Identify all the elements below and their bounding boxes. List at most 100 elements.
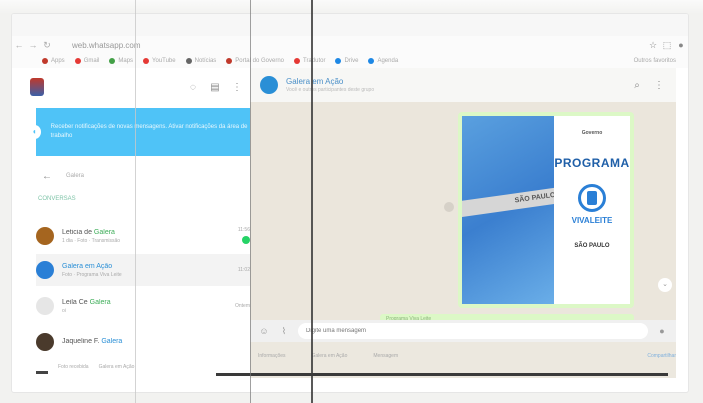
emoji-icon[interactable]: ☺ — [258, 326, 270, 336]
chat-name: Leticia de Galera — [62, 229, 220, 236]
menu-icon[interactable]: ⋮ — [230, 82, 244, 93]
taskbar-item[interactable]: Informações — [258, 353, 286, 359]
bookmark-item[interactable]: Gmail — [74, 58, 100, 64]
other-bookmarks[interactable]: Outros favoritos — [634, 58, 676, 64]
gov-badge: Governo — [581, 130, 603, 136]
screen-artifact-line — [135, 0, 136, 403]
bookmarks-bar: Apps Gmail Maps YouTube Notícias Portal do Go… — [12, 54, 688, 68]
notification-banner[interactable]: ◖ Receber notificações de novas mensagen… — [28, 108, 250, 156]
group-avatar[interactable] — [260, 76, 278, 94]
bookmark-label: Apps — [51, 58, 65, 64]
search-bar[interactable]: ← Galera — [36, 164, 250, 188]
taskbar-item[interactable]: Compartilhar — [647, 353, 676, 359]
forward-icon[interactable] — [444, 202, 454, 212]
conversation-header[interactable]: Galera em Ação Você e outros participant… — [250, 68, 676, 102]
address-bar[interactable]: ← → ↻ web.whatsapp.com ☆ ⬚ ● — [12, 36, 688, 54]
bell-icon: ◖ — [28, 125, 41, 139]
chat-list-item[interactable]: Jaqueline F. Galera — [36, 326, 250, 358]
footer-bar — [36, 370, 48, 374]
chat-body: Leila Ce Galera oi — [62, 299, 220, 314]
avatar[interactable] — [30, 78, 44, 96]
menu-icon[interactable]: ⋮ — [652, 80, 666, 91]
contact-name: Leticia de — [62, 228, 94, 236]
extension-icon[interactable]: ⬚ — [660, 40, 674, 51]
avatar — [36, 261, 54, 279]
chat-meta: 11:56 — [228, 227, 250, 246]
new-chat-icon[interactable]: ▤ — [208, 82, 222, 93]
program-title: PROGRAMA — [554, 156, 630, 170]
bookmark-item[interactable]: Apps — [42, 58, 65, 64]
bookmark-icon — [294, 58, 300, 64]
back-arrow-icon[interactable]: ← — [40, 171, 54, 182]
bookmark-item[interactable]: Agenda — [368, 58, 398, 64]
chat-time: Ontem — [234, 303, 250, 309]
chat-preview: oi — [62, 307, 66, 314]
attach-icon[interactable]: ⌇ — [278, 326, 290, 337]
bookmark-item[interactable]: Notícias — [185, 58, 216, 64]
taskbar-item[interactable]: Galera em Ação — [312, 353, 348, 359]
message-input[interactable] — [298, 323, 648, 339]
search-icon[interactable]: ⌕ — [630, 80, 644, 91]
chat-meta: 11:02 — [228, 267, 250, 273]
bookmark-item[interactable]: Maps — [109, 58, 133, 64]
screen-edge — [216, 373, 668, 376]
screen-glare — [0, 0, 703, 14]
bookmark-item[interactable]: Drive — [335, 58, 358, 64]
bookmark-item[interactable]: Portal do Governo — [226, 58, 284, 64]
avatar — [36, 297, 54, 315]
chat-name: Jaqueline F. Galera — [62, 338, 220, 345]
browser-tabstrip — [12, 14, 688, 36]
chat-list-item[interactable]: Galera em Ação Foto · Programa Viva Leite… — [36, 254, 250, 286]
bookmark-icon — [368, 58, 375, 64]
chat-list-item[interactable]: Leticia de Galera 1 dia · Foto · Transmis… — [36, 220, 250, 252]
chat-name: Leila Ce Galera — [62, 299, 220, 306]
bookmark-icon — [74, 58, 81, 64]
star-icon[interactable]: ☆ — [646, 40, 660, 51]
status-icon[interactable]: ◌ — [186, 82, 200, 93]
chat-meta: Ontem — [228, 303, 250, 309]
profile-icon[interactable]: ● — [674, 40, 688, 50]
bookmark-item[interactable]: YouTube — [143, 58, 176, 64]
taskbar-item[interactable]: Mensagem — [373, 353, 398, 359]
program-image[interactable]: SÃO PAULO Governo PROGRAMA VIVALEITE SÃO… — [462, 116, 630, 304]
footer-item: Galera em Ação — [98, 364, 135, 370]
chat-list-pane: ◌ ▤ ⋮ ◖ Receber notificações de novas me… — [24, 68, 250, 378]
bookmark-icon — [109, 58, 116, 64]
bookmark-icon — [226, 58, 233, 64]
group-subtitle: Você e outros participantes deste grupo — [286, 87, 375, 93]
bookmark-label: Maps — [118, 58, 134, 64]
program-panel: Governo PROGRAMA VIVALEITE SÃO PAULO — [554, 116, 630, 304]
bookmark-item[interactable]: Tradutor — [294, 58, 325, 64]
chat-body: Jaqueline F. Galera — [62, 338, 220, 347]
image-message[interactable]: SÃO PAULO Governo PROGRAMA VIVALEITE SÃO… — [458, 112, 634, 308]
contact-name: Leila Ce — [62, 298, 90, 306]
group-name: Galera em Ação — [286, 77, 344, 86]
group-name: Galera em Ação — [62, 262, 113, 270]
contact-name: Jaqueline F. — [62, 337, 102, 345]
mic-icon[interactable]: ● — [656, 326, 668, 336]
chevron-down-icon[interactable]: ⌄ — [658, 278, 672, 292]
chat-name: Galera em Ação — [62, 263, 220, 270]
bookmark-icon — [335, 58, 342, 64]
screen-artifact-line — [311, 0, 313, 403]
screen-artifact-line — [250, 0, 251, 403]
footer-item: Foto recebida — [58, 364, 89, 370]
bookmark-label: Portal do Governo — [235, 58, 284, 64]
url-field[interactable]: web.whatsapp.com — [72, 41, 646, 50]
avatar — [36, 227, 54, 245]
chat-body: Leticia de Galera 1 dia · Foto · Transmis… — [62, 229, 220, 244]
program-name: VIVALEITE — [571, 216, 613, 225]
chat-body: Galera em Ação Foto · Programa Viva Leite — [62, 263, 220, 278]
search-input[interactable]: Galera — [66, 173, 84, 179]
bookmark-label: Gmail — [83, 58, 100, 64]
chat-list-item[interactable]: Leila Ce Galera oi Ontem — [36, 290, 250, 322]
reload-icon[interactable]: ↻ — [40, 40, 54, 51]
conversation-pane: Galera em Ação Você e outros participant… — [250, 68, 676, 378]
back-icon[interactable]: ← — [12, 40, 26, 50]
sao-paulo-sign: SÃO PAULO — [574, 243, 610, 249]
forward-icon[interactable]: → — [26, 40, 40, 50]
chat-time: 11:02 — [237, 267, 250, 273]
group-name: Galera — [93, 228, 115, 236]
avatar — [36, 333, 54, 351]
bookmark-label: Drive — [344, 58, 359, 64]
